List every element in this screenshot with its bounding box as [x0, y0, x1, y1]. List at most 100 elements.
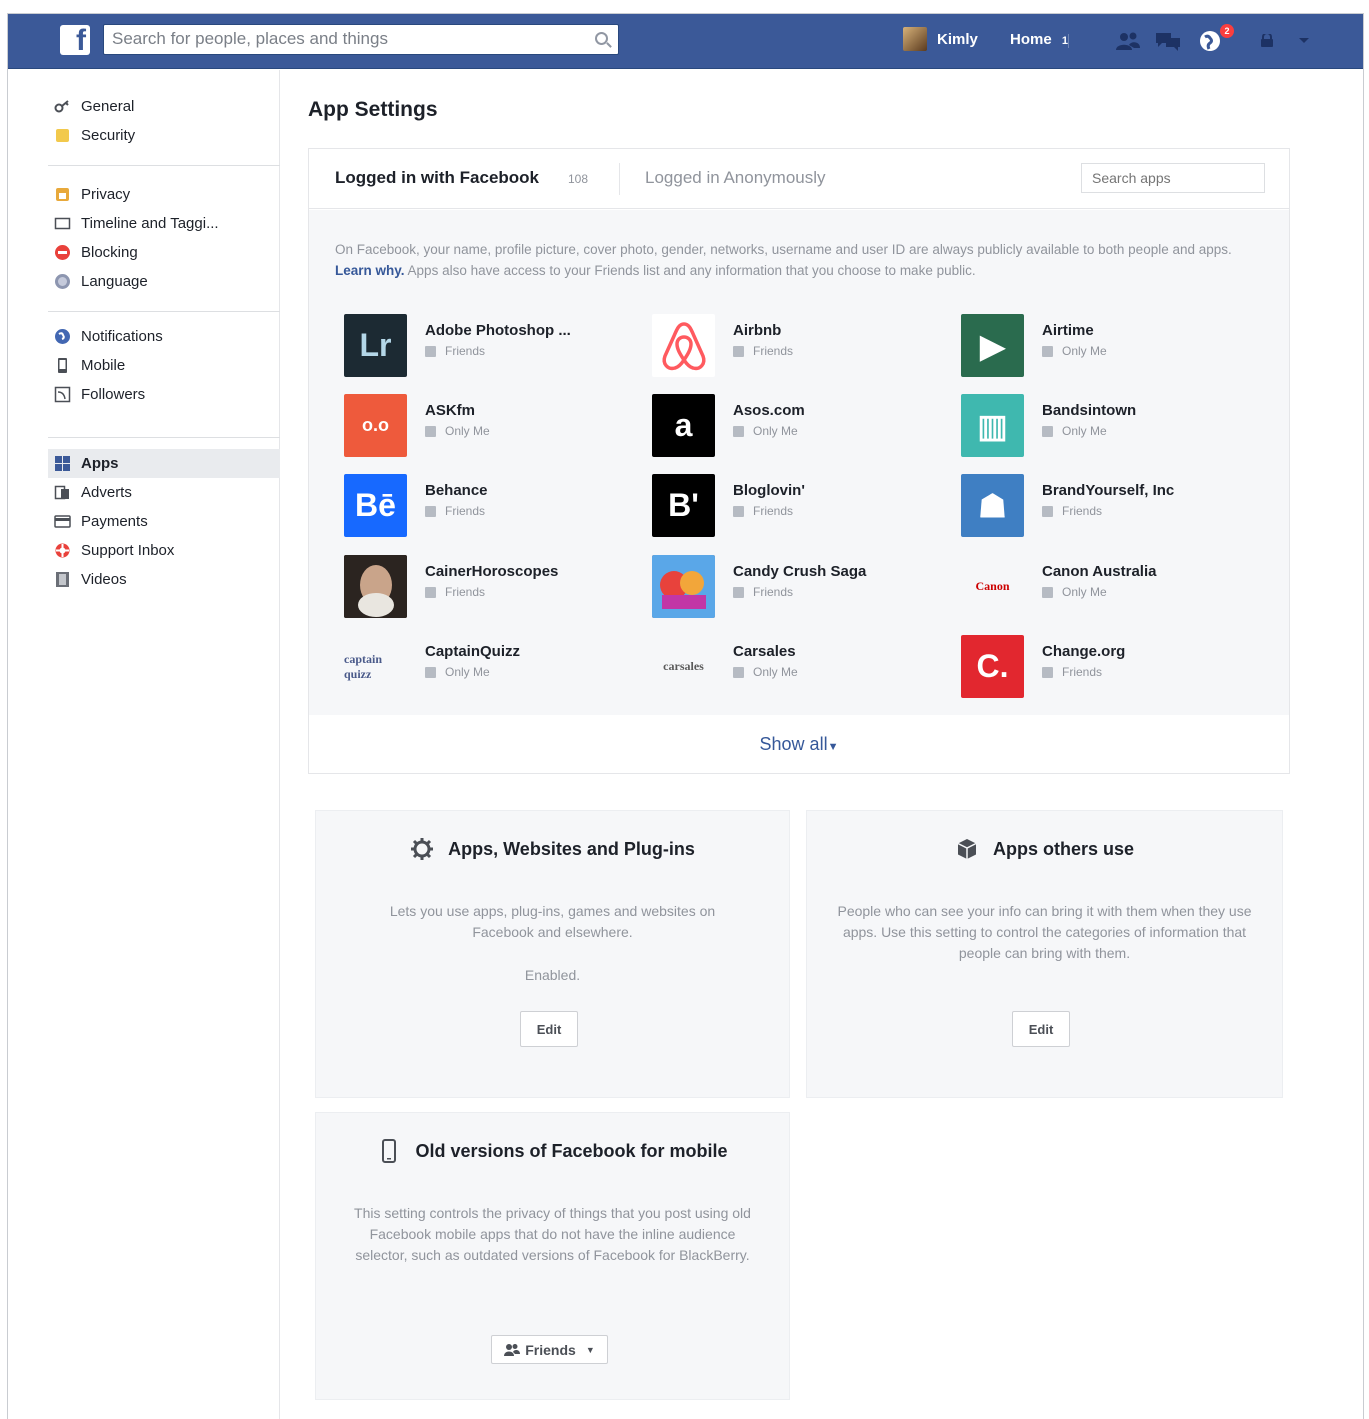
app-privacy-label: Friends [445, 504, 486, 518]
sidebar-item-label: General [81, 98, 135, 115]
app-privacy: Only Me [1042, 344, 1107, 358]
app-item[interactable]: ☗ BrandYourself, Inc Friends [961, 474, 1251, 538]
app-privacy-label: Friends [1062, 504, 1103, 518]
app-name: ASKfm [425, 402, 476, 419]
privacy-shortcuts-icon[interactable] [1256, 28, 1284, 54]
app-logo: B' [652, 474, 715, 537]
app-item[interactable]: Airbnb Friends [652, 314, 942, 378]
key-icon [54, 100, 69, 113]
app-name: Bloglovin' [733, 482, 805, 499]
app-privacy: Friends [733, 585, 866, 599]
app-text: Change.org Friends [1042, 643, 1125, 679]
sidebar-item-blocking[interactable]: Blocking [48, 238, 280, 267]
app-text: Candy Crush Saga Friends [733, 563, 866, 599]
avatar [903, 27, 927, 51]
app-privacy: Friends [425, 344, 571, 358]
app-name: Airtime [1042, 322, 1094, 339]
lock-icon [1042, 345, 1053, 357]
app-item[interactable]: Lr Adobe Photoshop ... Friends [344, 314, 634, 378]
app-item[interactable]: o.o ASKfm Only Me [344, 394, 634, 458]
sidebar-item-label: Mobile [81, 357, 126, 374]
app-item[interactable]: Candy Crush Saga Friends [652, 555, 942, 619]
global-search[interactable] [103, 24, 619, 55]
app-name: Candy Crush Saga [733, 563, 867, 580]
sidebar-item-privacy[interactable]: Privacy [48, 180, 280, 209]
app-name: Asos.com [733, 402, 805, 419]
show-all-button[interactable]: Show all▼ [309, 715, 1289, 773]
app-privacy-label: Friends [753, 504, 794, 518]
friend-requests-icon[interactable] [1114, 28, 1142, 54]
app-item[interactable]: Canon Canon Australia Only Me [961, 555, 1251, 619]
search-apps-input[interactable] [1081, 163, 1265, 193]
app-item[interactable]: CainerHoroscopes Friends [344, 555, 634, 619]
app-item[interactable]: Bē Behance Friends [344, 474, 634, 538]
card-title: Old versions of Facebook for mobile [316, 1139, 789, 1163]
app-name: Adobe Photoshop ... [425, 322, 571, 339]
app-privacy: Friends [425, 585, 558, 599]
cube-icon [957, 839, 977, 859]
sidebar-item-support-inbox[interactable]: Support Inbox [48, 536, 280, 565]
lock-icon [733, 666, 744, 678]
app-logo [344, 555, 407, 618]
sidebar-item-timeline[interactable]: Timeline and Taggi... [48, 209, 280, 238]
tab-logged-in-anonymously[interactable]: Logged in Anonymously [645, 168, 826, 188]
sidebar-group-privacy: Privacy Timeline and Taggi... Blocking L… [48, 180, 280, 312]
facebook-logo[interactable]: f [60, 24, 90, 57]
sidebar-item-security[interactable]: Security [48, 121, 280, 150]
learn-why-link[interactable]: Learn why. [335, 263, 405, 278]
home-link[interactable]: Home 1 [1010, 31, 1068, 48]
search-icon[interactable] [595, 32, 608, 45]
app-item[interactable]: captain quizz CaptainQuizz Only Me [344, 635, 634, 699]
app-text: CainerHoroscopes Friends [425, 563, 558, 599]
app-text: Asos.com Only Me [733, 402, 805, 438]
edit-apps-websites-button[interactable]: Edit [520, 1011, 578, 1047]
sidebar-item-label: Security [81, 127, 136, 144]
app-name: Behance [425, 482, 488, 499]
card-description: Lets you use apps, plug-ins, games and w… [389, 903, 716, 940]
app-privacy: Friends [733, 504, 805, 518]
sidebar-item-notifications[interactable]: Notifications [48, 322, 280, 351]
app-privacy: Friends [733, 344, 793, 358]
app-item[interactable]: a Asos.com Only Me [652, 394, 942, 458]
app-item[interactable]: C. Change.org Friends [961, 635, 1251, 699]
app-text: Airtime Only Me [1042, 322, 1107, 358]
app-item[interactable]: ▶ Airtime Only Me [961, 314, 1251, 378]
lock-icon [56, 188, 69, 201]
messages-icon[interactable] [1154, 28, 1182, 54]
sidebar-item-mobile[interactable]: Mobile [48, 351, 280, 380]
sidebar-item-label: Followers [81, 386, 146, 403]
app-logo: C. [961, 635, 1024, 698]
film-icon [56, 572, 69, 587]
sidebar-item-language[interactable]: Language [48, 267, 280, 296]
lock-icon [425, 425, 436, 437]
card-apps-others-use: Apps others use People who can see your … [806, 810, 1283, 1098]
globe-icon [55, 274, 70, 289]
app-item[interactable]: carsales Carsales Only Me [652, 635, 942, 699]
sidebar-item-videos[interactable]: Videos [48, 565, 280, 594]
app-privacy-label: Only Me [753, 665, 798, 679]
sidebar-item-payments[interactable]: Payments [48, 507, 280, 536]
card-title: Apps, Websites and Plug-ins [316, 837, 789, 861]
lock-icon [1042, 586, 1053, 598]
app-name: Change.org [1042, 643, 1126, 660]
sidebar-item-followers[interactable]: Followers [48, 380, 280, 409]
profile-link[interactable]: Kimly [903, 27, 978, 51]
sidebar-item-apps[interactable]: Apps [48, 449, 280, 478]
app-item[interactable]: ▥ Bandsintown Only Me [961, 394, 1251, 458]
sidebar-item-adverts[interactable]: Adverts [48, 478, 280, 507]
edit-apps-others-button[interactable]: Edit [1012, 1011, 1070, 1047]
app-privacy-label: Friends [445, 585, 486, 599]
account-menu-chevron-icon[interactable] [1290, 28, 1318, 54]
apps-list-area: On Facebook, your name, profile picture,… [309, 210, 1289, 715]
app-privacy-label: Only Me [1062, 424, 1107, 438]
sidebar-item-general[interactable]: General [48, 92, 280, 121]
sidebar-item-label: Payments [81, 513, 148, 530]
app-logo: carsales [652, 635, 715, 698]
global-search-input[interactable] [112, 25, 582, 53]
app-privacy-label: Friends [753, 344, 794, 358]
sidebar-item-label: Language [81, 273, 148, 290]
audience-selector-button[interactable]: Friends ▼ [491, 1335, 608, 1364]
app-item[interactable]: B' Bloglovin' Friends [652, 474, 942, 538]
tab-logged-in-with-facebook[interactable]: Logged in with Facebook [335, 168, 539, 188]
home-label: Home [1010, 31, 1052, 48]
